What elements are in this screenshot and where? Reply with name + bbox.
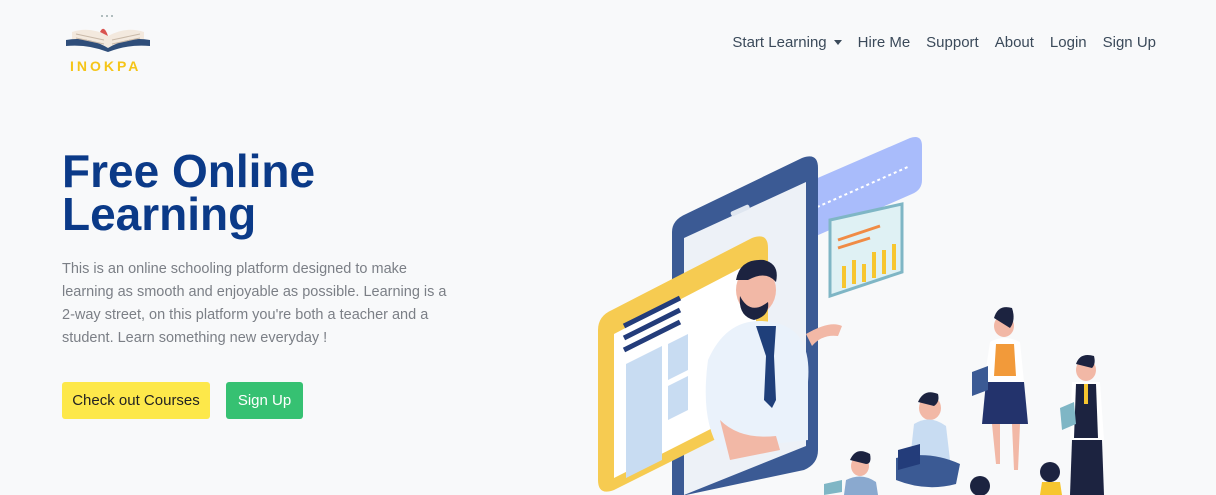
hero-description: This is an online schooling platform des… <box>62 261 447 346</box>
nav-support[interactable]: Support <box>918 34 987 51</box>
brand-logo[interactable]: INOKPA <box>60 10 156 74</box>
nav-links: Start Learning Hire Me Support About Log… <box>724 34 1164 51</box>
nav-hire-me[interactable]: Hire Me <box>850 34 919 51</box>
sign-up-button[interactable]: Sign Up <box>226 382 303 419</box>
nav-about[interactable]: About <box>987 34 1042 51</box>
navbar: INOKPA Start Learning Hire Me Support Ab… <box>0 0 1216 90</box>
chart-board-illustration <box>828 202 904 299</box>
nav-sign-up[interactable]: Sign Up <box>1095 34 1164 51</box>
online-learning-illustration <box>598 137 1104 495</box>
nav-login[interactable]: Login <box>1042 34 1095 51</box>
nav-start-learning-label: Start Learning <box>732 34 827 51</box>
hero-title: Free Online Learning <box>62 145 316 240</box>
check-out-courses-button[interactable]: Check out Courses <box>62 382 210 419</box>
caret-down-icon <box>833 40 842 45</box>
nav-start-learning[interactable]: Start Learning <box>724 34 849 51</box>
brand-name: INOKPA <box>70 58 142 74</box>
open-book-icon <box>66 15 150 52</box>
students-illustration <box>824 307 1104 495</box>
